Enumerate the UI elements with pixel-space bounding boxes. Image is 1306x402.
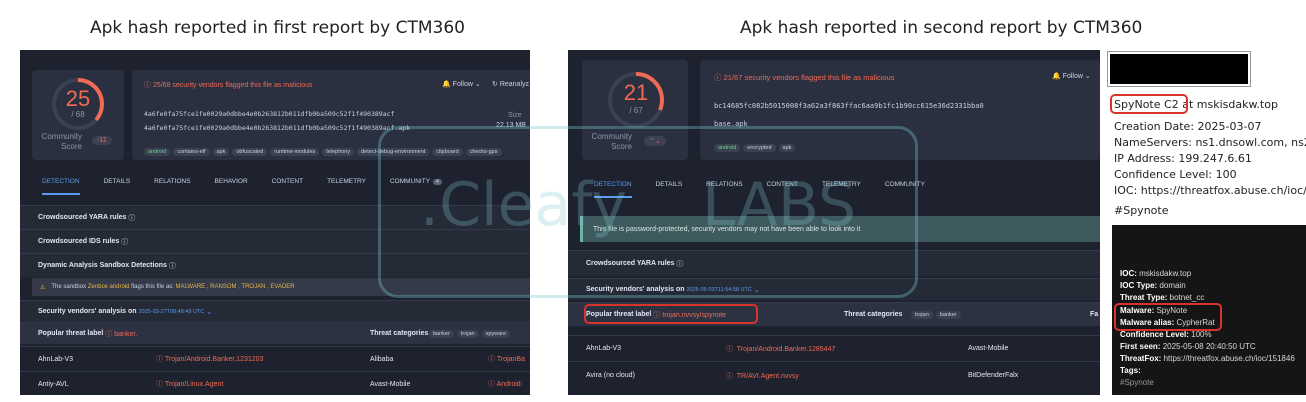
popular-threat-row: Popular threat label ⓘ banker. Threat ca… [20,322,530,344]
tab-telemetry[interactable]: TELEMETRY [327,178,366,195]
caption-right: Apk hash reported in second report by CT… [740,18,1143,38]
creation-date: Creation Date: 2025-03-07 [1114,120,1262,133]
tab-behavior[interactable]: BEHAVIOR [215,178,248,195]
threat-category-pill[interactable]: banker [429,329,454,338]
size-label: Size [508,112,522,119]
ip-address: IP Address: 199.247.6.61 [1114,152,1252,165]
tab-relations[interactable]: RELATIONS [154,178,190,195]
ioc-link[interactable]: IOC: https://threatfox.abuse.ch/ioc/1518… [1114,184,1306,197]
file-tag[interactable]: runtime-modules [270,148,320,156]
file-tag[interactable]: contains-elf [173,148,210,156]
detection-score-card: 25 / 68 Community Score -11 [32,70,124,160]
spynote-highlight [1110,94,1188,114]
threat-category-pill[interactable]: banker [935,310,961,319]
tab-content[interactable]: CONTENT [272,178,303,195]
warning-icon: ⚠ [40,284,46,291]
nameservers: NameServers: ns1.dnsowl.com, ns2.dnsow [1114,136,1306,149]
file-tag[interactable]: android [144,148,171,156]
threat-category-pill[interactable]: trojan [911,310,933,319]
caption-left: Apk hash reported in first report by CTM… [90,18,465,38]
tab-details[interactable]: DETAILS [104,178,131,195]
file-tag[interactable]: apk [212,148,230,156]
follow-button[interactable]: 🔔 Follow ⌄ [442,80,481,88]
threat-category-pill[interactable]: trojan [456,329,479,338]
reanalyze-button[interactable]: ↻ Reanalyz [492,80,529,88]
confidence-level: Confidence Level: 100 [1114,168,1237,181]
malicious-alert: ⓘ 21/67 security vendors flagged this fi… [714,73,895,82]
follow-button[interactable]: 🔔 Follow ⌄ [1052,72,1091,80]
file-name: 4a6fe0fa75fce1fe0029a0dbbe4e0b263812b011… [144,124,411,132]
vendor-row: Antiy-AVL ⓘ Trojan/Linux.Agent Avast-Mob… [20,371,530,395]
hashtag: #Spynote [1114,204,1169,217]
vendors-analysis-header[interactable]: Security vendors' analysis on 2025-03-27… [20,300,530,322]
file-tag[interactable]: obfuscated [232,148,268,156]
file-tag[interactable]: telephony [322,148,355,156]
vendor-row: Avira (no cloud) ⓘ TR/AVI.Agent.nvvsy Bi… [568,361,1100,389]
file-hash: bc14685fc082b5015008f3a62a3f863ffac6aa9b… [714,102,984,110]
vendor-row: AhnLab-V3 ⓘ Trojan/Android.Banker.123120… [20,346,530,371]
malware-alias-highlight [1114,303,1222,331]
detection-score: 25 [65,86,91,111]
vendor-row: AhnLab-V3 ⓘ Trojan/Android.Banker.128544… [568,335,1100,361]
community-score-label: Community Score [41,132,82,151]
tab-detection[interactable]: DETECTION [42,178,80,195]
community-score-value[interactable]: -11 [92,136,112,145]
file-hash: 4a6fe0fa75fce1fe0029a0dbbe4e0b263812b011… [144,110,395,118]
malicious-alert: ⓘ 25/68 security vendors flagged this fi… [144,82,313,89]
detection-total: / 67 [629,106,643,115]
threat-category-pill[interactable]: spyware [481,329,511,338]
redacted-block [1107,51,1251,87]
popular-threat-highlight [584,304,758,324]
watermark-left: .Cleafy [420,170,627,240]
watermark-right: LABS [702,170,857,240]
detection-total: / 68 [71,110,85,119]
detection-score: 21 [623,80,649,105]
